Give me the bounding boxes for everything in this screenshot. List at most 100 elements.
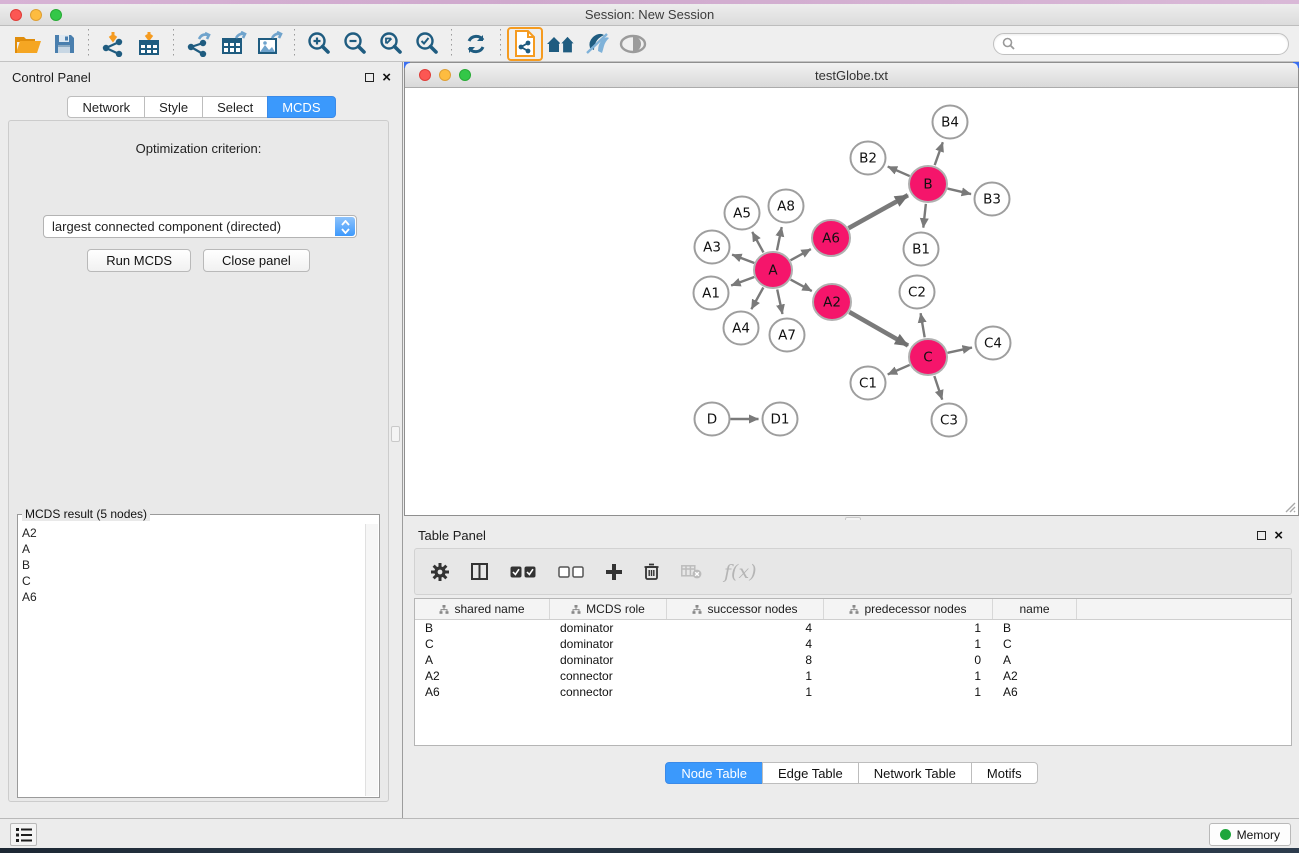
node-D1[interactable]: D1: [763, 403, 798, 436]
search-input[interactable]: [1015, 37, 1280, 51]
create-column-button[interactable]: [606, 564, 622, 580]
tab-style[interactable]: Style: [144, 96, 203, 118]
node-C1[interactable]: C1: [851, 367, 886, 400]
node-A7[interactable]: A7: [770, 319, 805, 352]
search-field[interactable]: [993, 33, 1289, 55]
home-button[interactable]: [543, 28, 579, 60]
node-A4[interactable]: A4: [724, 312, 759, 345]
mcds-result-list[interactable]: A2ABCA6: [22, 525, 364, 795]
deselect-all-button[interactable]: [558, 566, 584, 578]
node-C3[interactable]: C3: [932, 404, 967, 437]
apply-layout-button[interactable]: [458, 28, 494, 60]
column-header-shared-name[interactable]: shared name: [415, 599, 550, 619]
tab-motifs[interactable]: Motifs: [971, 762, 1038, 784]
zoom-in-button[interactable]: [301, 28, 337, 60]
edge-A-A8[interactable]: [777, 227, 782, 250]
edge-C-C2[interactable]: [921, 313, 925, 337]
zoom-selected-button[interactable]: [409, 28, 445, 60]
import-table-button[interactable]: [131, 28, 167, 60]
table-row[interactable]: Adominator80A: [415, 652, 1291, 668]
select-all-button[interactable]: [510, 566, 536, 578]
close-window-icon[interactable]: [10, 9, 22, 21]
table-settings-button[interactable]: [431, 563, 449, 581]
node-table[interactable]: shared nameMCDS rolesuccessor nodesprede…: [414, 598, 1292, 746]
table-row[interactable]: A2connector11A2: [415, 668, 1291, 684]
vertical-splitter-handle[interactable]: [391, 426, 400, 442]
tab-network[interactable]: Network: [67, 96, 145, 118]
table-row[interactable]: Cdominator41C: [415, 636, 1291, 652]
show-columns-button[interactable]: [471, 563, 488, 580]
node-A[interactable]: A: [754, 252, 792, 288]
float-table-panel-icon[interactable]: [1257, 531, 1266, 540]
run-mcds-button[interactable]: Run MCDS: [87, 249, 191, 272]
zoom-out-button[interactable]: [337, 28, 373, 60]
edge-A-A2[interactable]: [791, 280, 812, 291]
zoom-network-icon[interactable]: [459, 69, 471, 81]
edge-C-C4[interactable]: [948, 348, 972, 353]
export-image-button[interactable]: [252, 28, 288, 60]
delete-column-button[interactable]: [644, 563, 659, 580]
network-canvas[interactable]: B4B2BB3A5A8A6A3B1AA1C2A2A4A7C4CC1C3DD1: [405, 89, 1298, 515]
result-item[interactable]: A2: [22, 525, 364, 541]
edge-A-A1[interactable]: [731, 277, 754, 286]
edge-A-A7[interactable]: [777, 290, 782, 314]
node-D[interactable]: D: [695, 403, 730, 436]
node-B2[interactable]: B2: [851, 142, 886, 175]
node-A5[interactable]: A5: [725, 197, 760, 230]
export-network-button[interactable]: [180, 28, 216, 60]
node-A1[interactable]: A1: [694, 277, 729, 310]
node-B1[interactable]: B1: [904, 233, 939, 266]
minimize-network-icon[interactable]: [439, 69, 451, 81]
close-network-icon[interactable]: [419, 69, 431, 81]
zoom-fit-button[interactable]: [373, 28, 409, 60]
node-A2[interactable]: A2: [813, 284, 851, 320]
edge-A-A3[interactable]: [732, 255, 754, 263]
delete-table-button[interactable]: [681, 565, 702, 579]
node-C[interactable]: C: [909, 339, 947, 375]
column-header-successor-nodes[interactable]: successor nodes: [667, 599, 824, 619]
network-document-button[interactable]: [507, 27, 543, 61]
tab-edge-table[interactable]: Edge Table: [762, 762, 859, 784]
node-C2[interactable]: C2: [900, 276, 935, 309]
memory-button[interactable]: Memory: [1209, 823, 1291, 846]
network-graph[interactable]: B4B2BB3A5A8A6A3B1AA1C2A2A4A7C4CC1C3DD1: [405, 89, 1298, 515]
tab-select[interactable]: Select: [202, 96, 268, 118]
result-item[interactable]: A6: [22, 589, 364, 605]
tab-node-table[interactable]: Node Table: [665, 762, 763, 784]
criterion-select[interactable]: largest connected component (directed): [43, 215, 357, 238]
tab-network-table[interactable]: Network Table: [858, 762, 972, 784]
node-B4[interactable]: B4: [933, 106, 968, 139]
task-history-button[interactable]: [10, 823, 37, 846]
result-item[interactable]: B: [22, 557, 364, 573]
edge-B-B4[interactable]: [935, 142, 943, 165]
export-table-button[interactable]: [216, 28, 252, 60]
show-graphics-button[interactable]: [615, 28, 651, 60]
node-A3[interactable]: A3: [695, 231, 730, 264]
edge-A-A4[interactable]: [751, 288, 763, 310]
result-scrollbar[interactable]: [365, 524, 378, 796]
hide-graphics-button[interactable]: [579, 28, 615, 60]
node-B3[interactable]: B3: [975, 183, 1010, 216]
save-session-button[interactable]: [46, 28, 82, 60]
network-window-titlebar[interactable]: testGlobe.txt: [405, 63, 1298, 88]
close-panel-icon[interactable]: ×: [382, 73, 391, 82]
node-C4[interactable]: C4: [976, 327, 1011, 360]
panel-divider[interactable]: [402, 62, 403, 818]
edge-A-A5[interactable]: [752, 232, 763, 253]
node-A8[interactable]: A8: [769, 190, 804, 223]
zoom-window-icon[interactable]: [50, 9, 62, 21]
close-panel-button[interactable]: Close panel: [203, 249, 310, 272]
edge-C-C1[interactable]: [888, 365, 910, 374]
edge-C-C3[interactable]: [934, 376, 942, 400]
result-item[interactable]: A: [22, 541, 364, 557]
table-row[interactable]: Bdominator41B: [415, 620, 1291, 636]
edge-B-B3[interactable]: [947, 189, 971, 195]
window-resize-grip[interactable]: [1282, 499, 1296, 513]
import-network-button[interactable]: [95, 28, 131, 60]
close-table-panel-icon[interactable]: ×: [1274, 531, 1283, 540]
column-header-predecessor-nodes[interactable]: predecessor nodes: [824, 599, 993, 619]
column-header-name[interactable]: name: [993, 599, 1077, 619]
edge-A-A6[interactable]: [791, 249, 811, 260]
column-header-MCDS-role[interactable]: MCDS role: [550, 599, 667, 619]
edge-A2-C[interactable]: [849, 312, 908, 346]
